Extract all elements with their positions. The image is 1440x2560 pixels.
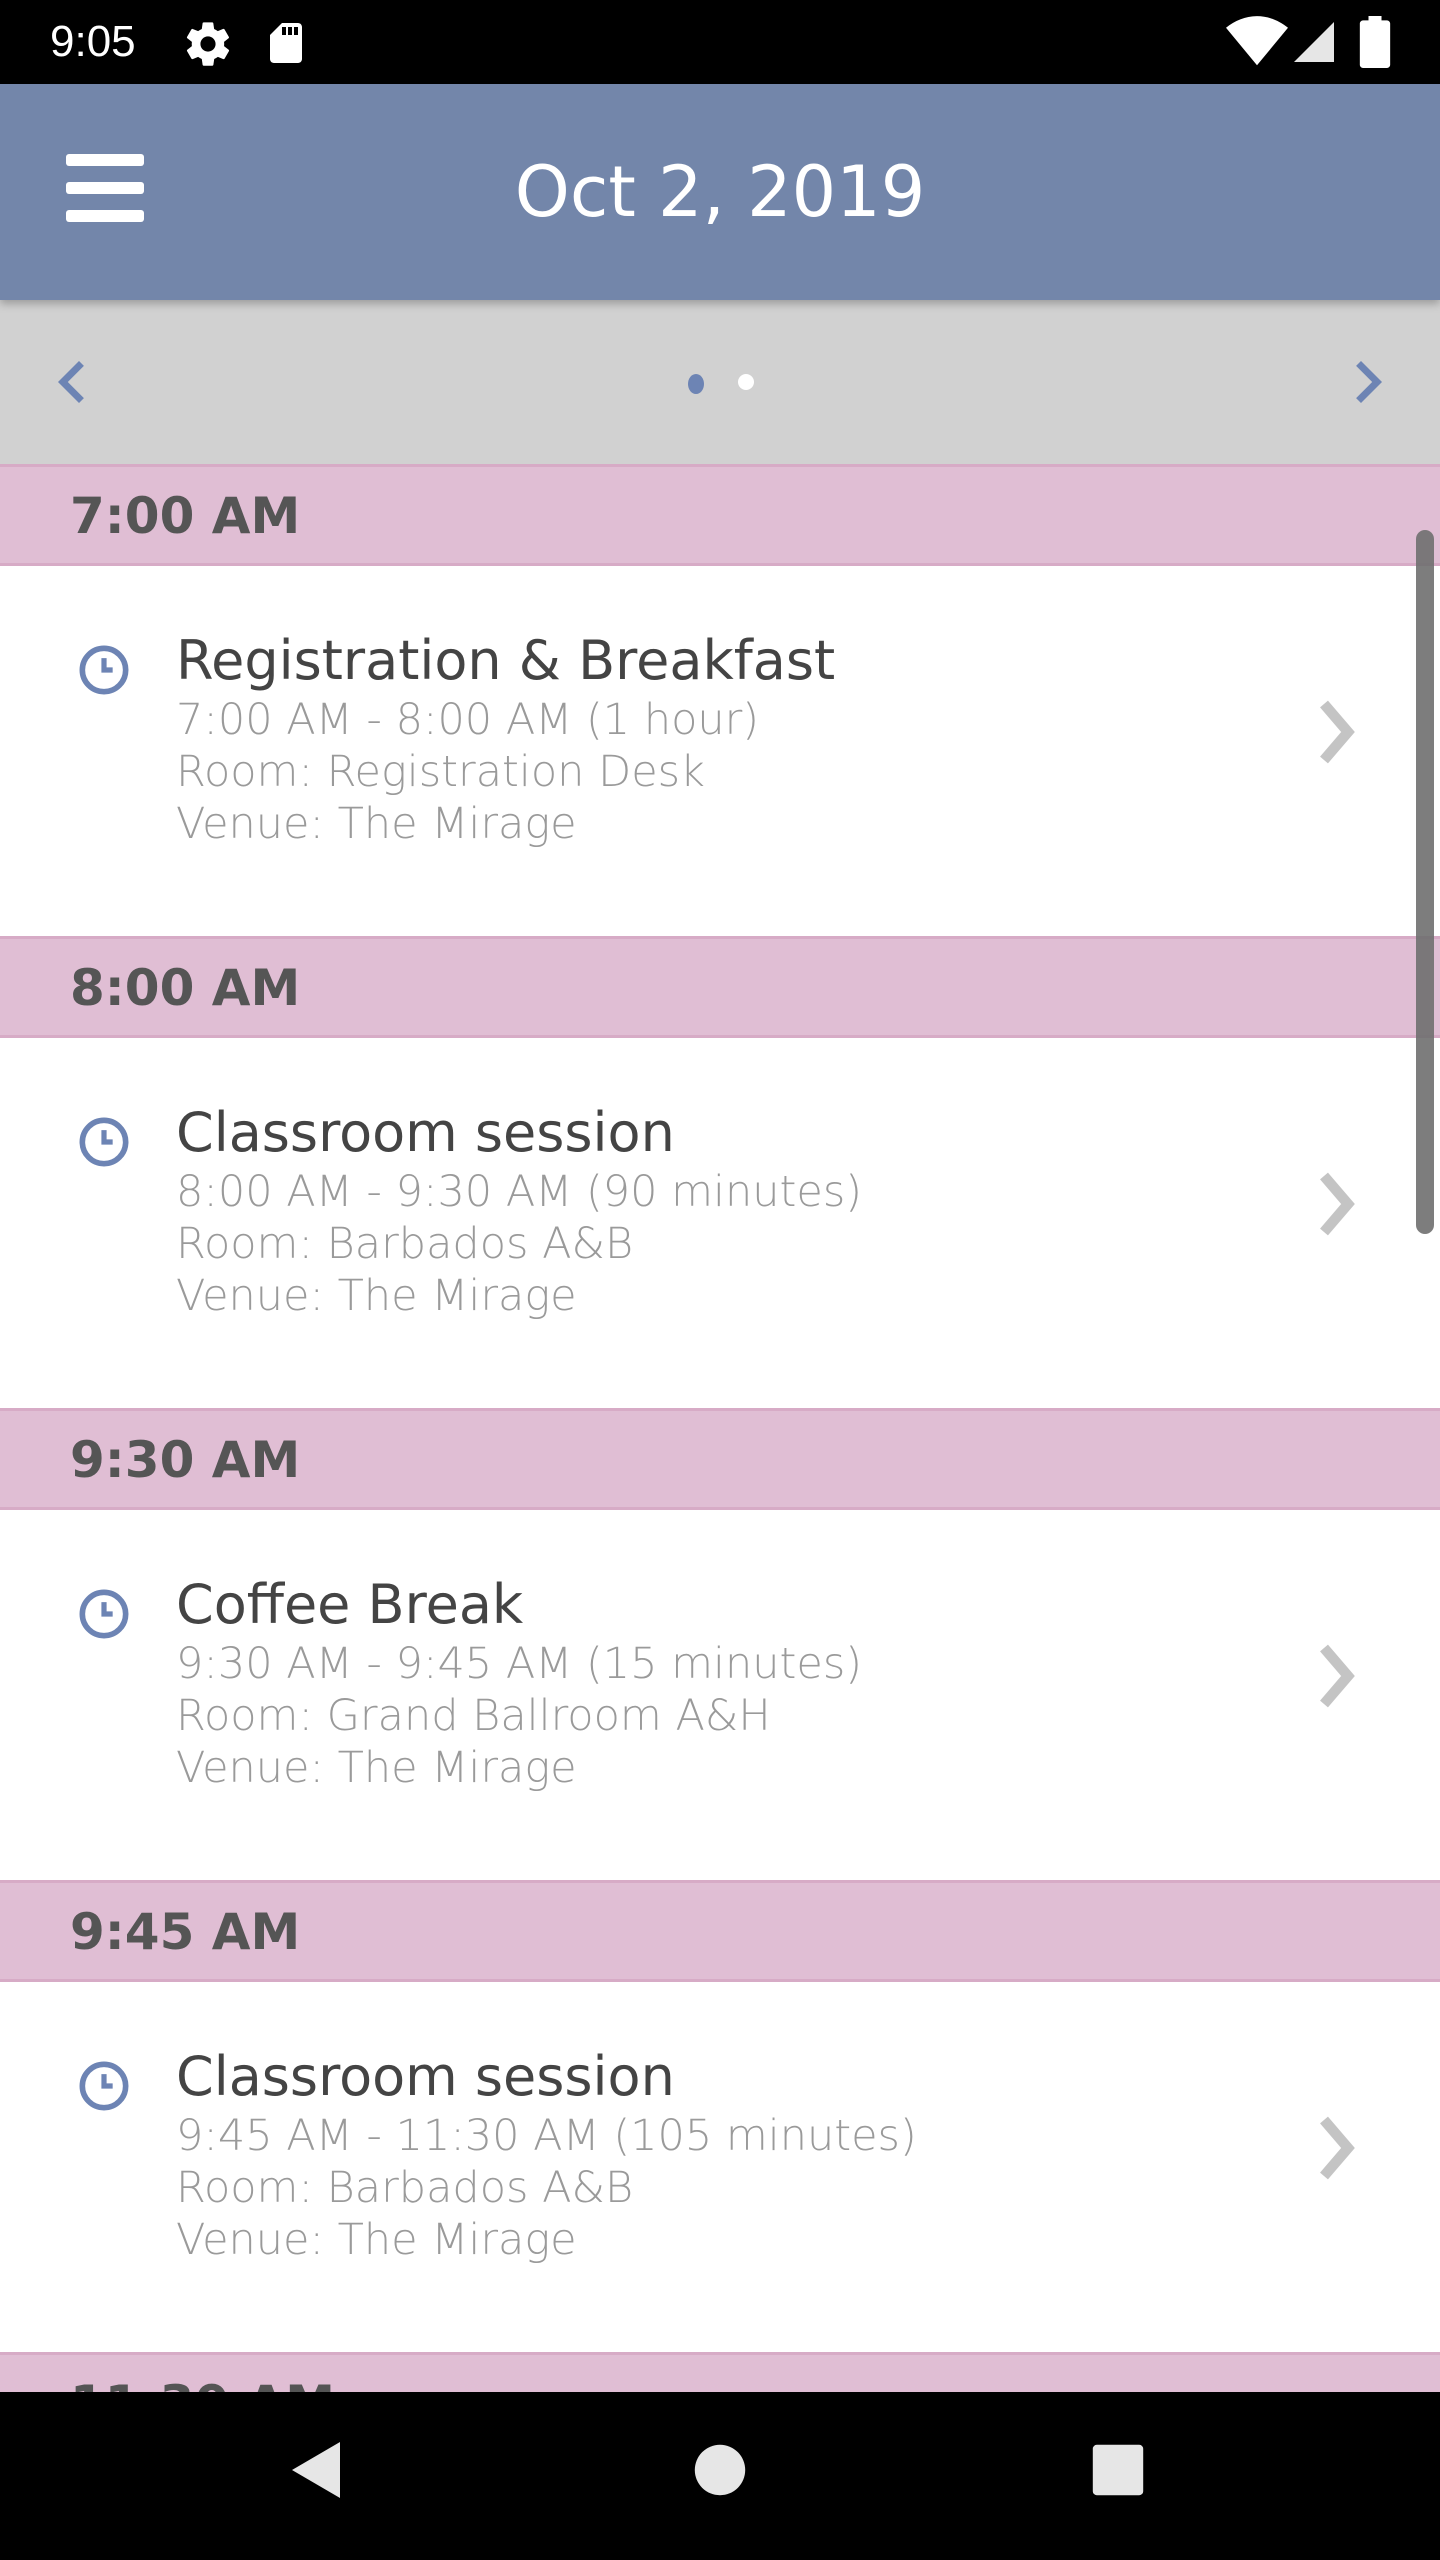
event-item[interactable]: Coffee Break 9:30 AM - 9:45 AM (15 minut…: [0, 1510, 1440, 1880]
chevron-right-icon: [1320, 700, 1355, 764]
wifi-icon: [1226, 16, 1288, 66]
status-time: 9:05: [50, 17, 136, 66]
cell-signal-icon: [1294, 22, 1334, 62]
chevron-right-icon: [1320, 1172, 1355, 1236]
event-room: Room: Barbados A&B: [176, 2163, 634, 2213]
schedule-list: 7:00 AM Registration & Breakfast 7:00 AM…: [0, 464, 1440, 2392]
recents-icon[interactable]: [1090, 2442, 1146, 2498]
page-indicator-inactive[interactable]: [736, 372, 756, 392]
section-time-label: 9:30 AM: [70, 1431, 301, 1489]
sd-card-icon: [270, 23, 302, 63]
page-title: Oct 2, 2019: [514, 151, 926, 233]
event-item[interactable]: Classroom session 8:00 AM - 9:30 AM (90 …: [0, 1038, 1440, 1408]
event-venue: Venue: The Mirage: [176, 799, 577, 849]
system-nav-bar: [0, 2392, 1440, 2560]
scrollbar[interactable]: [1416, 530, 1434, 1234]
event-item[interactable]: Registration & Breakfast 7:00 AM - 8:00 …: [0, 566, 1440, 936]
event-time-range: 9:45 AM - 11:30 AM (105 minutes): [176, 2111, 917, 2161]
back-icon[interactable]: [288, 2438, 344, 2502]
event-room: Room: Barbados A&B: [176, 1219, 634, 1269]
event-title: Coffee Break: [176, 1573, 524, 1636]
status-bar: 9:05: [0, 0, 1440, 84]
chevron-right-icon: [1320, 2116, 1355, 2180]
chevron-right-icon[interactable]: [1326, 340, 1410, 424]
time-section-header: 7:00 AM: [0, 464, 1440, 566]
event-item[interactable]: Classroom session 9:45 AM - 11:30 AM (10…: [0, 1982, 1440, 2352]
event-time-range: 8:00 AM - 9:30 AM (90 minutes): [176, 1167, 863, 1217]
section-time-label: 8:00 AM: [70, 959, 301, 1017]
event-room: Room: Grand Ballroom A&H: [176, 1691, 771, 1741]
event-title: Classroom session: [176, 1101, 675, 1164]
event-venue: Venue: The Mirage: [176, 1743, 577, 1793]
clock-icon: [79, 2061, 129, 2111]
event-time-range: 9:30 AM - 9:45 AM (15 minutes): [176, 1639, 863, 1689]
event-title: Registration & Breakfast: [176, 629, 836, 692]
event-title: Classroom session: [176, 2045, 675, 2108]
chevron-right-icon: [1320, 1644, 1355, 1708]
time-section-header: 9:45 AM: [0, 1880, 1440, 1982]
time-section-header: 9:30 AM: [0, 1408, 1440, 1510]
clock-icon: [79, 1589, 129, 1639]
section-time-label: 11:30 AM: [70, 2371, 335, 2392]
time-section-header: 8:00 AM: [0, 936, 1440, 1038]
event-time-range: 7:00 AM - 8:00 AM (1 hour): [176, 695, 760, 745]
event-venue: Venue: The Mirage: [176, 1271, 577, 1321]
settings-icon: [186, 22, 230, 66]
event-venue: Venue: The Mirage: [176, 2215, 577, 2265]
app-bar: Oct 2, 2019: [0, 84, 1440, 300]
date-pager: [0, 300, 1440, 464]
chevron-left-icon[interactable]: [30, 340, 114, 424]
section-time-label: 9:45 AM: [70, 1903, 301, 1961]
home-icon[interactable]: [692, 2442, 748, 2498]
battery-icon: [1359, 16, 1391, 68]
section-time-label: 7:00 AM: [70, 487, 301, 545]
clock-icon: [79, 1117, 129, 1167]
time-section-header: 11:30 AM: [0, 2352, 1440, 2392]
page-indicator-active[interactable]: [686, 372, 706, 396]
clock-icon: [79, 645, 129, 695]
event-room: Room: Registration Desk: [176, 747, 705, 797]
